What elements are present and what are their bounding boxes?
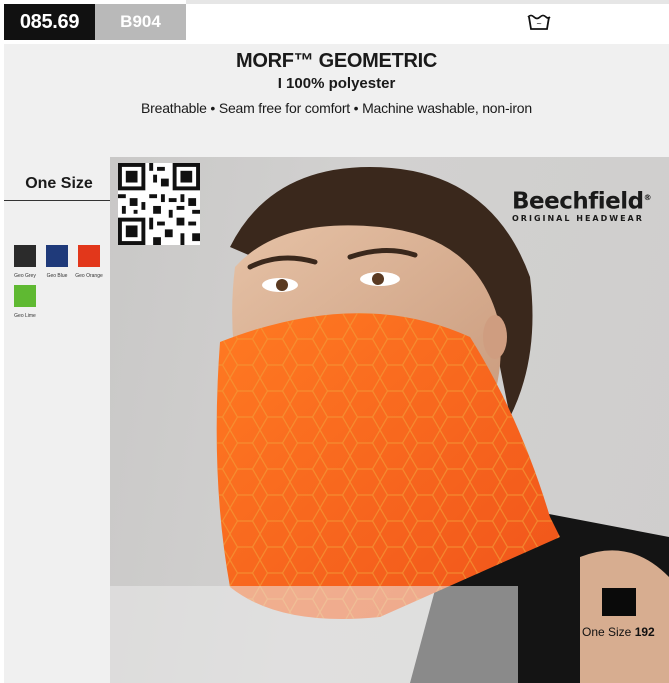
svg-text:~: ~	[536, 20, 542, 28]
header-bar: 085.69 B904 ~	[0, 0, 669, 44]
header-divider	[186, 0, 669, 4]
swatch-geo-grey[interactable]	[14, 245, 36, 267]
photo-overlay-panel	[110, 586, 518, 683]
washing-icon: ~	[527, 14, 551, 30]
material-label: I 100% polyester	[277, 75, 396, 92]
qr-code-icon[interactable]	[118, 163, 200, 245]
packaging-info: One Size 192	[582, 625, 655, 639]
swatch-label: Geo Orange	[75, 273, 103, 279]
brand-name: Beechfield®	[512, 188, 652, 215]
pack-quantity: 192	[634, 625, 655, 639]
colour-sidebar: One Size Geo Grey Geo Blue Geo Orange Ge…	[4, 157, 111, 683]
title-block: MORF™ GEOMETRIC I 100% polyester Breatha…	[4, 44, 669, 157]
swatch-label: Geo Blue	[46, 273, 68, 279]
carton-icon	[602, 588, 636, 616]
product-title: MORF™ GEOMETRIC	[235, 50, 438, 72]
swatch-label: Geo Lime	[14, 313, 36, 319]
brand-logo: Beechfield® ORIGINAL HEADWEAR	[512, 186, 662, 223]
swatch-label: Geo Grey	[14, 273, 36, 279]
swatch-geo-orange[interactable]	[78, 245, 100, 267]
brand-tagline: ORIGINAL HEADWEAR	[512, 213, 644, 223]
product-code: 085.69	[4, 4, 95, 40]
swatch-geo-blue[interactable]	[46, 245, 68, 267]
swatch-geo-lime[interactable]	[14, 285, 36, 307]
pack-size-label: One Size	[582, 625, 632, 639]
feature-list: Breathable • Seam free for comfort • Mac…	[141, 100, 532, 116]
sku-badge: B904	[95, 4, 186, 40]
size-divider	[4, 200, 111, 201]
size-heading: One Size	[25, 175, 93, 192]
